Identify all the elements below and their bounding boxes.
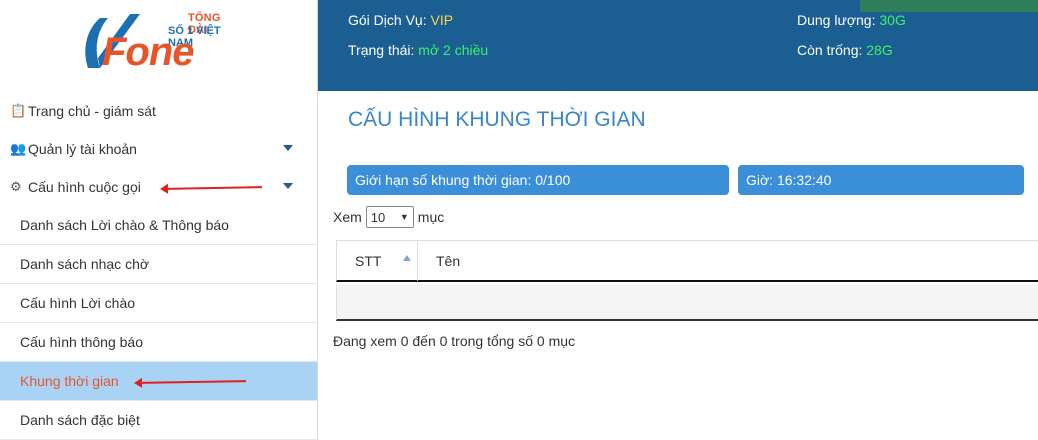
logo-brand: Fone — [102, 30, 195, 74]
capacity-info: Dung lượng: 30G — [797, 12, 906, 28]
account-info-bar: Gói Dịch Vụ: VIP Trạng thái: mở 2 chiều … — [318, 0, 1038, 91]
sidebar-item-account-management[interactable]: 👥 Quản lý tài khoản — [0, 130, 317, 168]
sidebar-item-label: Cấu hình cuộc gọi — [28, 179, 141, 195]
status-info: Trạng thái: mở 2 chiều — [348, 42, 488, 58]
package-value: VIP — [430, 12, 454, 28]
page-size-value: 10 — [370, 209, 386, 225]
gears-icon: ⚙ — [10, 179, 22, 194]
sidebar-subitem-label: Danh sách đặc biệt — [20, 412, 140, 428]
sidebar-subitem-notification-config[interactable]: Cấu hình thông báo — [0, 323, 317, 362]
sidebar-item-label: Quản lý tài khoản — [28, 141, 137, 157]
sidebar-item-label: Trang chủ - giám sát — [28, 103, 156, 119]
sidebar-subitem-greeting-config[interactable]: Cấu hình Lời chào — [0, 284, 317, 323]
clipboard-icon: 📋 — [10, 103, 27, 118]
free-value: 28G — [866, 42, 893, 58]
capacity-label: Dung lượng: — [797, 12, 880, 28]
sort-asc-icon — [403, 255, 411, 261]
package-info: Gói Dịch Vụ: VIP — [348, 12, 453, 28]
page-size-select[interactable]: 10 ▼ — [365, 206, 414, 228]
time-frame-limit-badge: Giới hạn số khung thời gian: 0/100 — [347, 165, 729, 195]
page-size-suffix: mục — [417, 209, 445, 225]
sidebar-item-dashboard[interactable]: 📋 Trang chủ - giám sát — [0, 92, 317, 130]
table-empty-row — [336, 284, 1038, 321]
sidebar-menu: 📋 Trang chủ - giám sát 👥 Quản lý tài kho… — [0, 92, 317, 440]
sidebar-subitem-special-list[interactable]: Danh sách đặc biệt — [0, 401, 317, 440]
time-frame-table: STT Tên — [336, 240, 1038, 321]
page-size-prefix: Xem — [333, 209, 362, 225]
status-label: Trạng thái: — [348, 42, 419, 58]
page-title: CẤU HÌNH KHUNG THỜI GIAN — [348, 108, 646, 131]
sidebar: TỔNG ĐÀI SỐ 1 VIỆT NAM Fone 📋 Trang chủ … — [0, 0, 318, 440]
chevron-down-icon: ▼ — [399, 212, 409, 222]
vfone-logo[interactable]: TỔNG ĐÀI SỐ 1 VIỆT NAM Fone — [78, 10, 243, 74]
column-header-stt[interactable]: STT — [336, 241, 418, 282]
column-header-name[interactable]: Tên — [418, 241, 1038, 282]
sidebar-subitem-hold-music[interactable]: Danh sách nhạc chờ — [0, 245, 317, 284]
free-label: Còn trống: — [797, 42, 867, 58]
chevron-down-icon — [283, 183, 293, 189]
sidebar-subitem-label: Danh sách Lời chào & Thông báo — [20, 217, 229, 233]
free-space-info: Còn trống: 28G — [797, 42, 893, 58]
current-time-badge: Giờ: 16:32:40 — [738, 165, 1024, 195]
page-size-control: Xem 10 ▼ mục — [333, 206, 444, 228]
sidebar-subitem-greeting-list[interactable]: Danh sách Lời chào & Thông báo — [0, 206, 317, 245]
capacity-value: 30G — [879, 12, 906, 28]
chevron-down-icon — [283, 145, 293, 151]
sidebar-subitem-label: Danh sách nhạc chờ — [20, 256, 150, 272]
sidebar-item-call-config[interactable]: ⚙ Cấu hình cuộc gọi — [0, 168, 317, 206]
sidebar-subitem-label: Cấu hình thông báo — [20, 334, 143, 350]
package-label: Gói Dịch Vụ: — [348, 12, 431, 28]
sidebar-subitem-label: Khung thời gian — [20, 373, 119, 389]
sidebar-subitem-label: Cấu hình Lời chào — [20, 295, 136, 311]
table-info: Đang xem 0 đến 0 trong tổng số 0 mục — [333, 333, 576, 349]
users-icon: 👥 — [10, 141, 27, 156]
capacity-usage-bar — [860, 0, 1038, 12]
status-value: mở 2 chiều — [418, 42, 489, 58]
column-header-label: Tên — [436, 252, 461, 269]
column-header-label: STT — [355, 252, 382, 269]
